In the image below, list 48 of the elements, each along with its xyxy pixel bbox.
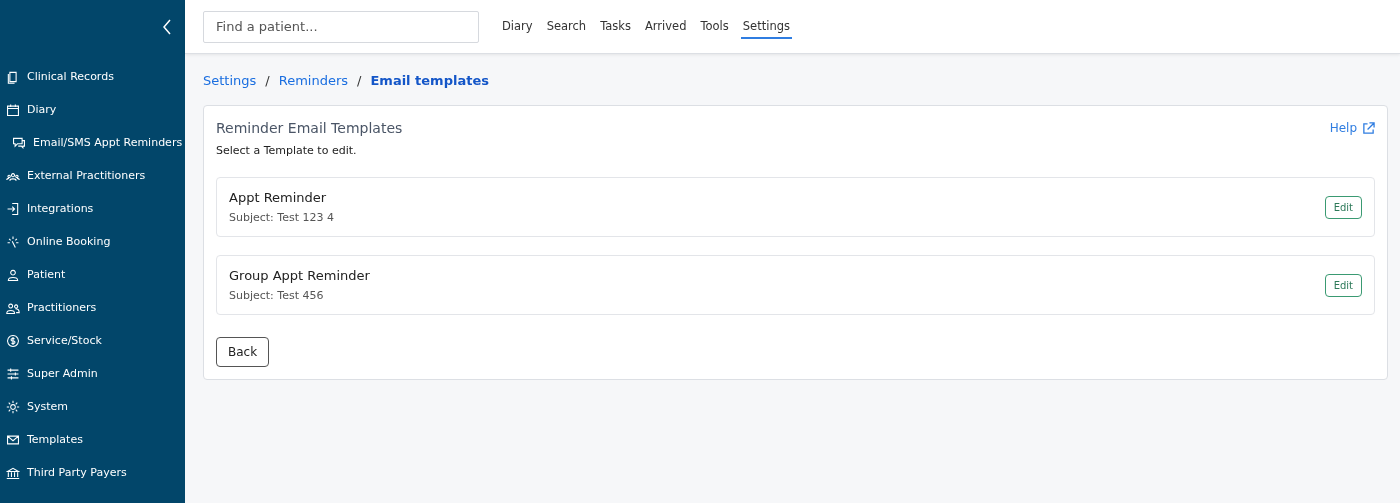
panel-subtitle: Select a Template to edit. bbox=[216, 144, 358, 157]
panel-title: Reminder Email Templates bbox=[216, 120, 403, 136]
sparkle-icon bbox=[6, 234, 20, 249]
sidebar-item[interactable]: Service/Stock bbox=[0, 324, 185, 357]
collapse-icon[interactable] bbox=[162, 19, 172, 35]
nav-tab[interactable]: Search bbox=[544, 14, 589, 39]
template-subject: Subject: Test 123 4 bbox=[229, 211, 334, 224]
login-icon bbox=[6, 201, 20, 216]
sidebar-item[interactable]: Super Admin bbox=[0, 357, 185, 390]
template-subject: Subject: Test 456 bbox=[229, 289, 325, 302]
chat-icon bbox=[12, 135, 26, 150]
sidebar-item[interactable]: Practitioners bbox=[0, 291, 185, 324]
people-icon bbox=[6, 300, 20, 315]
template-name: Group Appt Reminder bbox=[229, 268, 370, 283]
sidebar-item[interactable]: Email/SMS Appt Reminders bbox=[0, 126, 185, 159]
breadcrumb-link[interactable]: Email templates bbox=[370, 73, 489, 88]
dollar-icon bbox=[6, 333, 20, 348]
nav-tab[interactable]: Tools bbox=[698, 14, 731, 39]
sliders-icon bbox=[6, 366, 20, 381]
sidebar-item[interactable]: Third Party Payers bbox=[0, 456, 185, 489]
edit-button[interactable]: Edit bbox=[1324, 273, 1362, 297]
edit-button[interactable]: Edit bbox=[1324, 195, 1362, 219]
external-link-icon bbox=[1362, 121, 1375, 135]
breadcrumb-separator: / bbox=[357, 73, 362, 88]
sidebar-item[interactable]: Patient bbox=[0, 258, 185, 291]
calendar-icon bbox=[6, 102, 20, 117]
sidebar-item[interactable]: System bbox=[0, 390, 185, 423]
breadcrumb-link[interactable]: Reminders bbox=[278, 73, 349, 88]
sidebar-item[interactable]: Templates bbox=[0, 423, 185, 456]
search-field[interactable]: Find a patient... bbox=[203, 10, 479, 43]
breadcrumb-separator: / bbox=[265, 73, 270, 88]
person-icon bbox=[6, 267, 20, 282]
back-button[interactable]: Back bbox=[216, 337, 270, 367]
bank-icon bbox=[6, 465, 20, 480]
nav-tab[interactable]: Tasks bbox=[598, 14, 633, 39]
nav-tab[interactable]: Arrived bbox=[642, 14, 689, 39]
clipboard-icon bbox=[6, 69, 20, 84]
template-name: Appt Reminder bbox=[229, 190, 328, 205]
sidebar-item[interactable]: External Practitioners bbox=[0, 159, 185, 192]
sidebar-item[interactable]: Clinical Records bbox=[0, 60, 185, 93]
sidebar-item[interactable]: Diary bbox=[0, 93, 185, 126]
nav-tab[interactable]: Settings bbox=[740, 14, 792, 39]
help-link[interactable]: Help bbox=[1329, 121, 1375, 135]
sidebar-item[interactable]: Integrations bbox=[0, 192, 185, 225]
breadcrumb-link[interactable]: Settings bbox=[203, 73, 257, 88]
envelope-icon bbox=[6, 432, 20, 447]
nav-tab[interactable]: Diary bbox=[500, 14, 535, 39]
sidebar-item[interactable]: Online Booking bbox=[0, 225, 185, 258]
